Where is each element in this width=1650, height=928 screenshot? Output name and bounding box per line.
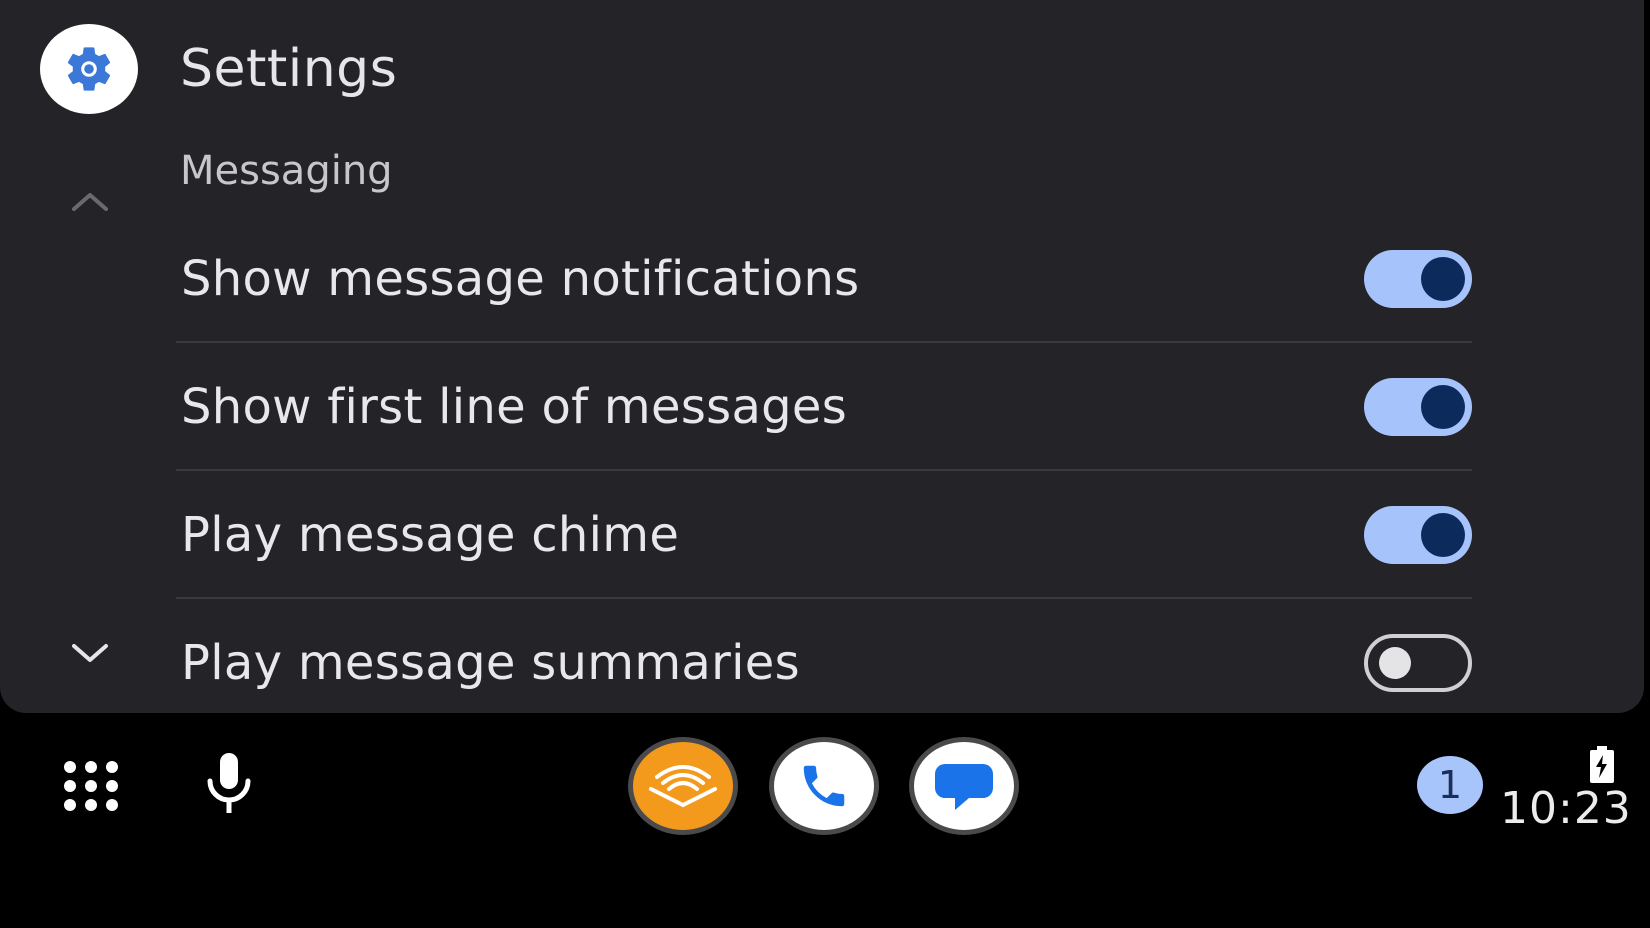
setting-label: Show first line of messages (181, 379, 848, 435)
toggle-knob (1379, 647, 1411, 679)
page-title: Settings (180, 39, 398, 99)
setting-row-show-first-line[interactable]: Show first line of messages (176, 343, 1472, 471)
messages-icon (935, 764, 993, 810)
setting-row-show-message-notifications[interactable]: Show message notifications (176, 215, 1472, 343)
app-grid-icon (64, 761, 118, 811)
app-launcher-button[interactable] (56, 754, 126, 818)
show-message-notifications-toggle[interactable] (1364, 250, 1472, 308)
show-first-line-toggle[interactable] (1364, 378, 1472, 436)
toggle-knob (1421, 385, 1465, 429)
chevron-down-icon (72, 644, 108, 662)
scroll-down-button[interactable] (58, 626, 122, 680)
setting-row-play-message-chime[interactable]: Play message chime (176, 471, 1472, 599)
play-message-chime-toggle[interactable] (1364, 506, 1472, 564)
notification-count-badge[interactable]: 1 (1417, 756, 1483, 814)
audible-app-button[interactable] (628, 737, 738, 835)
clock-time: 10:23 (1500, 783, 1632, 834)
scroll-up-button[interactable] (58, 174, 122, 228)
phone-icon (803, 765, 845, 807)
settings-list: Show message notifications Show first li… (176, 215, 1472, 713)
setting-label: Play message summaries (181, 635, 800, 691)
settings-panel: Settings Messaging Show message notifica… (0, 0, 1644, 713)
setting-label: Play message chime (181, 507, 680, 563)
toggle-knob (1421, 513, 1465, 557)
section-header: Messaging (180, 148, 393, 194)
play-message-summaries-toggle[interactable] (1364, 634, 1472, 692)
voice-assistant-button[interactable] (196, 748, 262, 820)
settings-app-icon[interactable] (40, 24, 138, 114)
toggle-knob (1421, 257, 1465, 301)
messages-app-button[interactable] (909, 737, 1019, 835)
setting-row-play-message-summaries[interactable]: Play message summaries (176, 599, 1472, 713)
setting-label: Show message notifications (181, 251, 860, 307)
phone-app-button[interactable] (769, 737, 879, 835)
microphone-icon (207, 753, 251, 813)
battery-charging-icon (1590, 746, 1614, 783)
gear-icon (67, 47, 111, 91)
audible-icon (649, 765, 717, 808)
battery-icon (1588, 746, 1616, 784)
chevron-up-icon (72, 193, 108, 211)
